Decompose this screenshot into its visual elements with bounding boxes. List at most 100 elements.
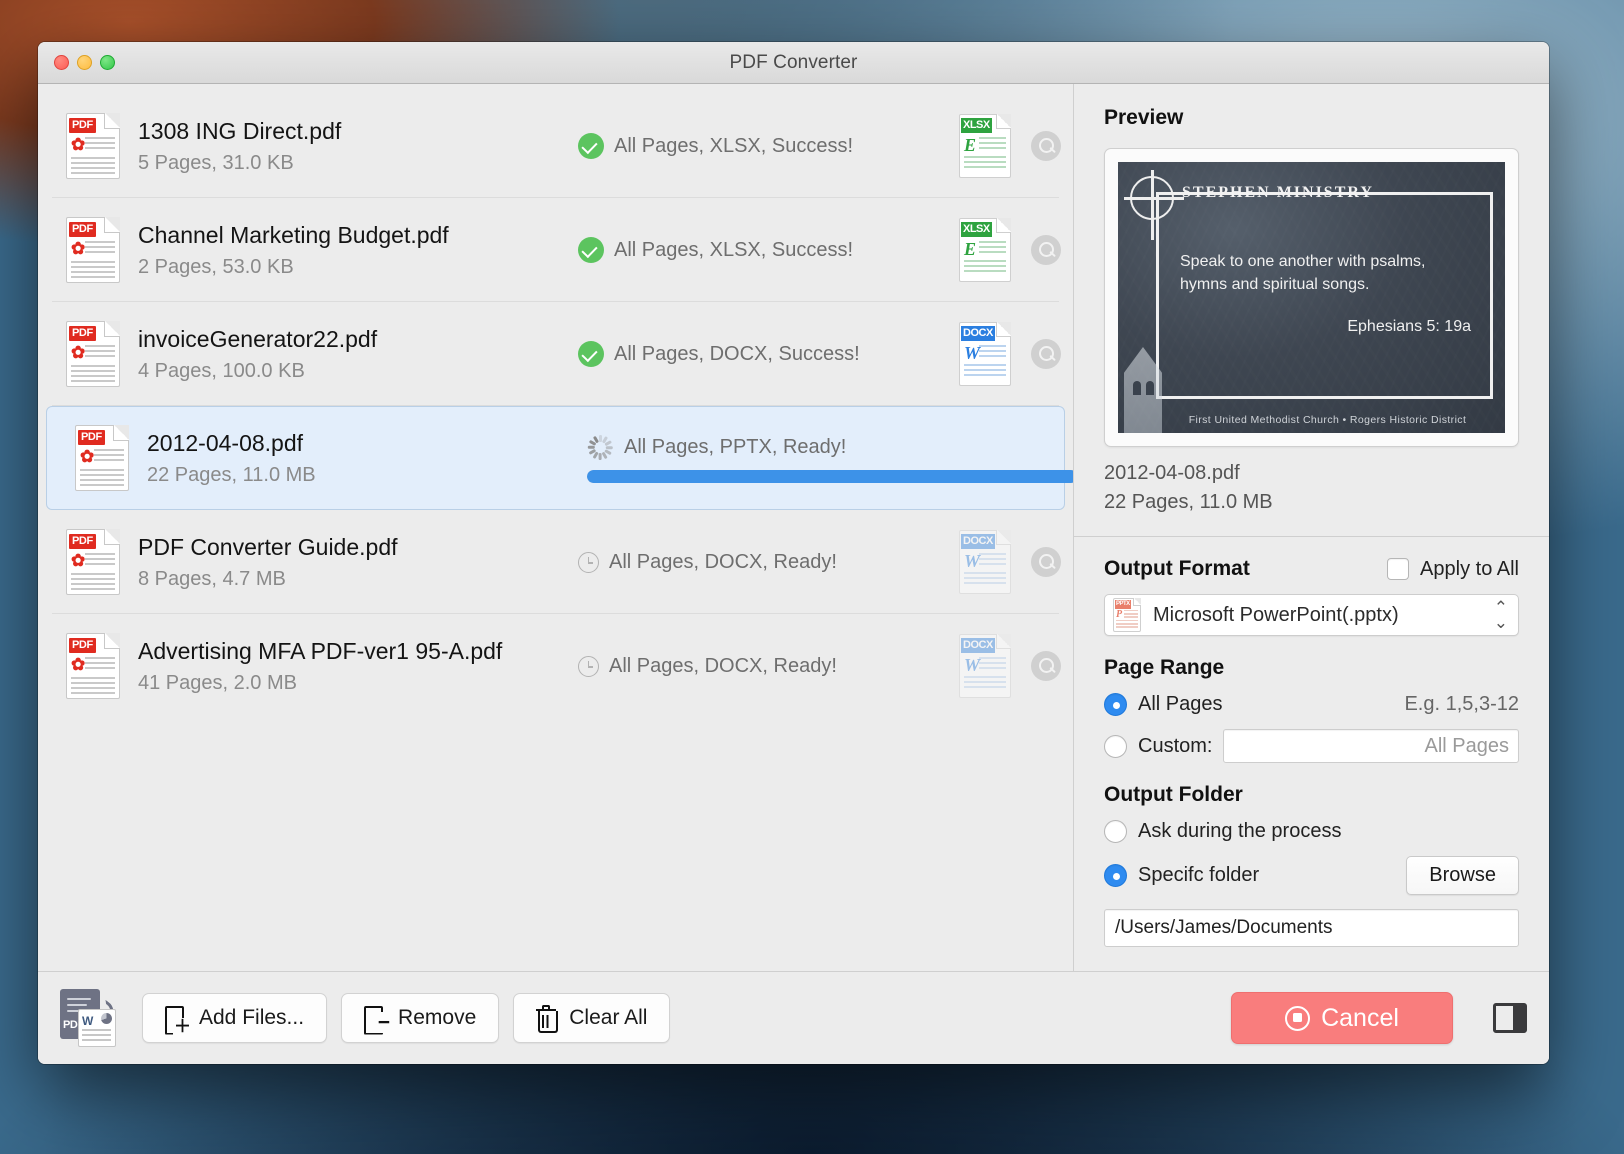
file-status-block: All Pages, XLSX, Success! bbox=[578, 237, 959, 263]
preview-file-name: 2012-04-08.pdf bbox=[1104, 462, 1240, 484]
pending-clock-icon bbox=[578, 551, 599, 573]
file-meta: 2 Pages, 53.0 KB bbox=[138, 256, 294, 279]
window-body: PDF ✿ 1308 ING Direct.pdf 5 Pages, 31.0 … bbox=[38, 84, 1549, 971]
file-row[interactable]: PDF ✿ Channel Marketing Budget.pdf 2 Pag… bbox=[38, 198, 1073, 302]
format-glyph: E bbox=[964, 239, 977, 259]
ask-during-process-radio[interactable] bbox=[1104, 820, 1127, 843]
add-files-button[interactable]: Add Files... bbox=[142, 993, 328, 1043]
file-status-block: All Pages, DOCX, Ready! bbox=[578, 655, 959, 678]
preview-magnifier-button[interactable] bbox=[1031, 339, 1061, 369]
page-range-all-row[interactable]: All Pages E.g. 1,5,3-12 bbox=[1104, 693, 1519, 716]
custom-pages-label: Custom: bbox=[1138, 734, 1213, 757]
file-name-block: 1308 ING Direct.pdf 5 Pages, 31.0 KB bbox=[138, 117, 578, 176]
specific-folder-label: Specifc folder bbox=[1138, 864, 1260, 886]
specific-folder-row[interactable]: Specifc folder Browse bbox=[1104, 856, 1519, 895]
browse-button[interactable]: Browse bbox=[1406, 856, 1519, 895]
file-status-text: All Pages, DOCX, Ready! bbox=[609, 550, 837, 573]
file-status-block: All Pages, XLSX, Success! bbox=[578, 133, 959, 159]
output-format-heading: Output Format bbox=[1104, 557, 1250, 580]
file-status-block: All Pages, DOCX, Success! bbox=[578, 341, 959, 367]
cancel-button[interactable]: Cancel bbox=[1231, 992, 1453, 1044]
file-name: 1308 ING Direct.pdf bbox=[138, 117, 342, 144]
output-format-select[interactable]: PPTX P Microsoft PowerPoint(.pptx) ⌃ ⌄ bbox=[1104, 594, 1519, 636]
loading-spinner-icon bbox=[587, 434, 614, 461]
specific-folder-radio[interactable] bbox=[1104, 864, 1127, 887]
remove-button[interactable]: Remove bbox=[341, 993, 500, 1043]
output-folder-section: Output Folder Ask during the process Spe… bbox=[1104, 783, 1519, 947]
stop-icon bbox=[1285, 1005, 1311, 1031]
file-meta: 8 Pages, 4.7 MB bbox=[138, 568, 286, 591]
format-glyph: W bbox=[964, 655, 981, 675]
toggle-panel-button[interactable] bbox=[1493, 1003, 1527, 1033]
file-status-text: All Pages, XLSX, Success! bbox=[614, 238, 854, 261]
remove-label: Remove bbox=[398, 1006, 477, 1029]
page-range-section: Page Range All Pages E.g. 1,5,3-12 Custo… bbox=[1104, 656, 1519, 763]
slide-quote: Speak to one another with psalms, hymns … bbox=[1180, 253, 1426, 294]
custom-pages-input[interactable]: All Pages bbox=[1223, 729, 1519, 763]
file-row[interactable]: PDF ✿ 2012-04-08.pdf 22 Pages, 11.0 MB A… bbox=[46, 406, 1073, 510]
slide-footer: First United Methodist Church • Rogers H… bbox=[1188, 414, 1467, 426]
preview-heading: Preview bbox=[1104, 106, 1184, 129]
preview-magnifier-button[interactable] bbox=[1031, 547, 1061, 577]
page-range-custom-row[interactable]: Custom: All Pages bbox=[1104, 729, 1519, 763]
file-status-text: All Pages, XLSX, Success! bbox=[614, 134, 854, 157]
clear-all-label: Clear All bbox=[569, 1006, 648, 1029]
format-icon-glyph: P bbox=[1116, 609, 1123, 620]
format-tag: DOCX bbox=[961, 326, 995, 341]
preview-magnifier-button[interactable] bbox=[1031, 131, 1061, 161]
format-tag: DOCX bbox=[961, 534, 995, 549]
apply-to-all-checkbox[interactable] bbox=[1387, 558, 1410, 580]
file-name: PDF Converter Guide.pdf bbox=[138, 533, 398, 560]
ask-during-process-label: Ask during the process bbox=[1138, 820, 1342, 842]
file-meta: 4 Pages, 100.0 KB bbox=[138, 360, 305, 383]
file-meta: 22 Pages, 11.0 MB bbox=[147, 464, 316, 487]
file-row[interactable]: PDF ✿ invoiceGenerator22.pdf 4 Pages, 10… bbox=[38, 302, 1073, 406]
output-folder-heading: Output Folder bbox=[1104, 783, 1243, 806]
pptx-format-icon: PPTX P bbox=[1113, 598, 1141, 632]
ask-during-process-row[interactable]: Ask during the process bbox=[1104, 820, 1519, 843]
output-format-value: Microsoft PowerPoint(.pptx) bbox=[1153, 603, 1399, 626]
docx-format-icon: DOCX W bbox=[959, 634, 1011, 698]
pdf-file-icon: PDF ✿ bbox=[66, 217, 120, 283]
preview-magnifier-button[interactable] bbox=[1031, 651, 1061, 681]
xlsx-format-icon: XLSX E bbox=[959, 218, 1011, 282]
file-list[interactable]: PDF ✿ 1308 ING Direct.pdf 5 Pages, 31.0 … bbox=[38, 84, 1073, 971]
format-tag: DOCX bbox=[961, 638, 995, 653]
ministry-logo-icon bbox=[1124, 170, 1184, 240]
format-glyph: E bbox=[964, 135, 977, 155]
preview-file-meta: 22 Pages, 11.0 MB bbox=[1104, 491, 1273, 513]
pdf-file-icon: PDF ✿ bbox=[66, 529, 120, 595]
trash-icon bbox=[536, 1004, 559, 1033]
preview-magnifier-button[interactable] bbox=[1031, 235, 1061, 265]
apply-to-all-label: Apply to All bbox=[1420, 557, 1519, 580]
file-meta: 41 Pages, 2.0 MB bbox=[138, 672, 297, 695]
slide-brand: STEPHEN MINISTRY bbox=[1182, 184, 1374, 201]
success-check-icon bbox=[578, 341, 604, 367]
clear-all-button[interactable]: Clear All bbox=[513, 993, 671, 1043]
custom-pages-radio[interactable] bbox=[1104, 734, 1127, 758]
pdf-file-icon: PDF ✿ bbox=[66, 633, 120, 699]
format-glyph: W bbox=[964, 551, 981, 571]
pdf-file-icon: PDF ✿ bbox=[66, 321, 120, 387]
docx-format-icon: DOCX W bbox=[959, 530, 1011, 594]
output-path-field[interactable]: /Users/James/Documents bbox=[1104, 909, 1519, 947]
xlsx-format-icon: XLSX E bbox=[959, 114, 1011, 178]
footer-toolbar: PDF W Add Files... Remove Clear All Canc… bbox=[38, 971, 1549, 1064]
file-row[interactable]: PDF ✿ Advertising MFA PDF-ver1 95-A.pdf … bbox=[38, 614, 1073, 718]
chevron-updown-icon[interactable]: ⌃ ⌄ bbox=[1494, 599, 1508, 631]
file-row[interactable]: PDF ✿ PDF Converter Guide.pdf 8 Pages, 4… bbox=[38, 510, 1073, 614]
file-row[interactable]: PDF ✿ 1308 ING Direct.pdf 5 Pages, 31.0 … bbox=[38, 94, 1073, 198]
file-name-block: PDF Converter Guide.pdf 8 Pages, 4.7 MB bbox=[138, 533, 578, 592]
apply-to-all-row[interactable]: Apply to All bbox=[1387, 558, 1519, 581]
file-name-block: Advertising MFA PDF-ver1 95-A.pdf 41 Pag… bbox=[138, 637, 578, 696]
file-status-text: All Pages, DOCX, Success! bbox=[614, 342, 860, 365]
format-tag: XLSX bbox=[961, 118, 992, 133]
all-pages-radio[interactable] bbox=[1104, 693, 1127, 716]
preview-slide-image: STEPHEN MINISTRY Speak to one another wi… bbox=[1118, 162, 1505, 433]
add-files-label: Add Files... bbox=[199, 1006, 305, 1029]
app-logo-icon: PDF W bbox=[56, 987, 122, 1049]
docx-format-icon: DOCX W bbox=[959, 322, 1011, 386]
file-name: 2012-04-08.pdf bbox=[147, 429, 304, 456]
format-icon-tag: PPTX bbox=[1114, 600, 1132, 609]
file-name-block: Channel Marketing Budget.pdf 2 Pages, 53… bbox=[138, 221, 578, 280]
